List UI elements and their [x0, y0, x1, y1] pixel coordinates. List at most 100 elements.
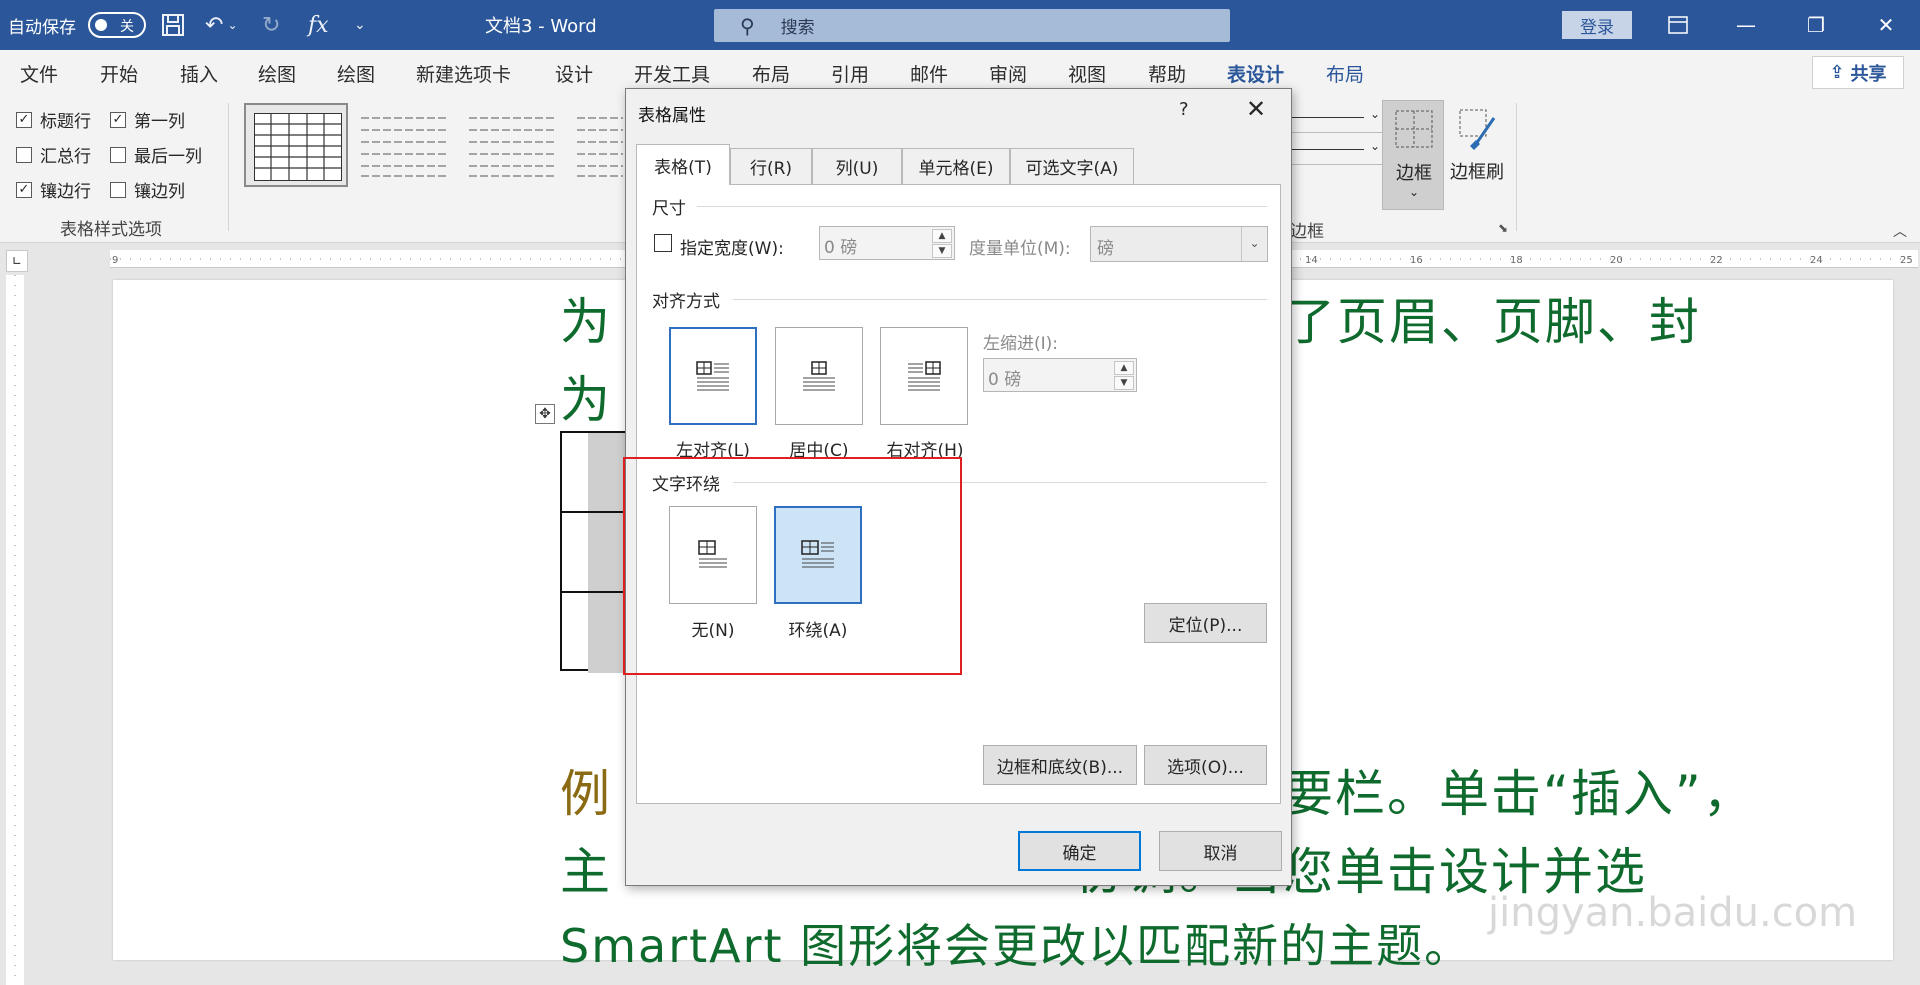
tab-home[interactable]: 开始 [100, 60, 138, 87]
tab-table-layout[interactable]: 布局 [1326, 60, 1364, 87]
tab-review[interactable]: 审阅 [989, 60, 1027, 87]
share-icon: ⇪ [1829, 62, 1845, 83]
ribbon-display-icon[interactable] [1648, 0, 1708, 50]
checkbox-last-column[interactable] [110, 146, 126, 163]
tab-draw[interactable]: 绘图 [258, 60, 296, 87]
cancel-button[interactable]: 取消 [1159, 831, 1282, 871]
option-label: 镶边行 [40, 182, 91, 202]
spin-up-icon[interactable]: ▲ [932, 229, 952, 243]
save-icon[interactable] [160, 0, 186, 50]
ok-button[interactable]: 确定 [1018, 831, 1141, 871]
login-button[interactable]: 登录 [1562, 11, 1632, 39]
close-icon[interactable]: ✕ [1856, 0, 1916, 50]
search-placeholder: 搜索 [780, 18, 815, 38]
line-weight-select[interactable]: ⌄ [1292, 135, 1382, 165]
option-banded-rows[interactable]: ✓ 镶边行 [16, 177, 91, 202]
option-header-row[interactable]: ✓ 标题行 [16, 107, 91, 132]
tab-alt-text[interactable]: 可选文字(A) [1010, 148, 1134, 184]
tab-developer[interactable]: 开发工具 [634, 60, 710, 87]
table-move-handle-icon[interactable]: ✥ [535, 404, 555, 424]
share-label: 共享 [1850, 63, 1887, 85]
search-box[interactable]: ⚲ 搜索 [714, 9, 1230, 42]
tab-table[interactable]: 表格(T) [636, 144, 730, 185]
dialog-title: 表格属性 [638, 106, 706, 126]
borders-shading-button[interactable]: 边框和底纹(B)... [983, 745, 1137, 785]
redo-icon[interactable]: ↻ [262, 0, 280, 50]
tab-row[interactable]: 行(R) [730, 148, 812, 184]
checkbox-first-column[interactable]: ✓ [110, 111, 126, 128]
vertical-ruler[interactable] [6, 275, 24, 985]
checkbox-total-row[interactable] [16, 146, 32, 163]
checkbox-banded-columns[interactable] [110, 181, 126, 198]
autosave-toggle[interactable]: 关 [88, 12, 146, 38]
tab-insert[interactable]: 插入 [180, 60, 218, 87]
tab-stop-selector[interactable]: ∟ [6, 250, 28, 272]
svg-text:25: 25 [1900, 255, 1913, 266]
align-center-option[interactable] [775, 327, 863, 425]
chevron-down-icon: ⌄ [1369, 139, 1380, 153]
doc-text-line: 为 [560, 293, 612, 351]
group-label-style-options: 表格样式选项 [60, 220, 162, 240]
indent-left-field[interactable]: 0 磅 ▲ ▼ [983, 358, 1137, 392]
measure-in-value: 磅 [1097, 239, 1114, 259]
spin-up-icon[interactable]: ▲ [1114, 361, 1134, 375]
positioning-button[interactable]: 定位(P)... [1144, 603, 1267, 643]
tab-cell[interactable]: 单元格(E) [902, 148, 1010, 184]
tab-column[interactable]: 列(U) [812, 148, 902, 184]
tab-design[interactable]: 设计 [555, 60, 593, 87]
table-style-plain-3[interactable] [568, 103, 624, 187]
restore-icon[interactable]: ❐ [1786, 0, 1846, 50]
borders-icon [1395, 110, 1433, 148]
customize-qat-icon[interactable]: ⌄ [354, 0, 366, 50]
borders-button[interactable]: 边框 ⌄ [1382, 100, 1444, 210]
tab-table-design[interactable]: 表设计 [1227, 60, 1285, 95]
option-label: 汇总行 [40, 147, 91, 167]
close-icon[interactable]: ✕ [1246, 95, 1266, 123]
minimize-icon[interactable]: — [1716, 0, 1776, 50]
tab-mailings[interactable]: 邮件 [910, 60, 948, 87]
checkbox-banded-rows[interactable]: ✓ [16, 181, 32, 198]
line-style-select[interactable]: ⌄ [1292, 103, 1382, 133]
align-center-icon [803, 361, 835, 391]
option-total-row[interactable]: 汇总行 [16, 142, 91, 167]
group-label-borders: 边框 [1290, 222, 1324, 242]
tab-layout[interactable]: 布局 [752, 60, 790, 87]
svg-text:14: 14 [1305, 255, 1318, 266]
checkbox-header-row[interactable]: ✓ [16, 111, 32, 128]
tab-file[interactable]: 文件 [20, 60, 58, 87]
options-button[interactable]: 选项(O)... [1144, 745, 1267, 785]
preferred-width-field[interactable]: 0 磅 ▲ ▼ [819, 226, 955, 260]
table-style-plain-1[interactable] [352, 103, 456, 187]
tab-view[interactable]: 视图 [1068, 60, 1106, 87]
preferred-width-checkbox[interactable] [654, 234, 672, 252]
dialog-launcher-icon[interactable]: ⬊ [1498, 221, 1508, 235]
measure-in-select[interactable]: 磅 ⌄ [1090, 226, 1268, 262]
option-label: 第一列 [134, 112, 185, 132]
svg-text:18: 18 [1510, 255, 1523, 266]
tab-help[interactable]: 帮助 [1148, 60, 1186, 87]
svg-text:9: 9 [112, 255, 118, 266]
align-left-option[interactable] [669, 327, 757, 425]
tab-new[interactable]: 新建选项卡 [416, 60, 511, 87]
table-style-plain-2[interactable] [460, 103, 564, 187]
undo-icon[interactable]: ↶ ⌄ [205, 0, 238, 50]
indent-left-label: 左缩进(I): [983, 334, 1059, 354]
align-right-option[interactable] [880, 327, 968, 425]
document-title: 文档3 - Word [485, 16, 597, 37]
tab-draw-2[interactable]: 绘图 [337, 60, 375, 87]
option-banded-columns[interactable]: 镶边列 [110, 177, 185, 202]
option-label: 标题行 [40, 112, 91, 132]
table-styles-gallery [244, 103, 624, 187]
collapse-ribbon-icon[interactable]: ︿ [1893, 221, 1907, 241]
spin-down-icon[interactable]: ▼ [1114, 376, 1134, 390]
option-last-column[interactable]: 最后一列 [110, 142, 202, 167]
spin-down-icon[interactable]: ▼ [932, 244, 952, 258]
tab-references[interactable]: 引用 [831, 60, 869, 87]
table-style-grid[interactable] [244, 103, 348, 187]
formula-icon[interactable]: fx [308, 0, 329, 50]
option-first-column[interactable]: ✓ 第一列 [110, 107, 185, 132]
border-painter-button[interactable]: 边框刷 [1446, 100, 1508, 210]
help-icon[interactable]: ? [1179, 99, 1189, 120]
share-button[interactable]: ⇪ 共享 [1812, 56, 1904, 89]
line-weight-preview [1292, 149, 1364, 150]
